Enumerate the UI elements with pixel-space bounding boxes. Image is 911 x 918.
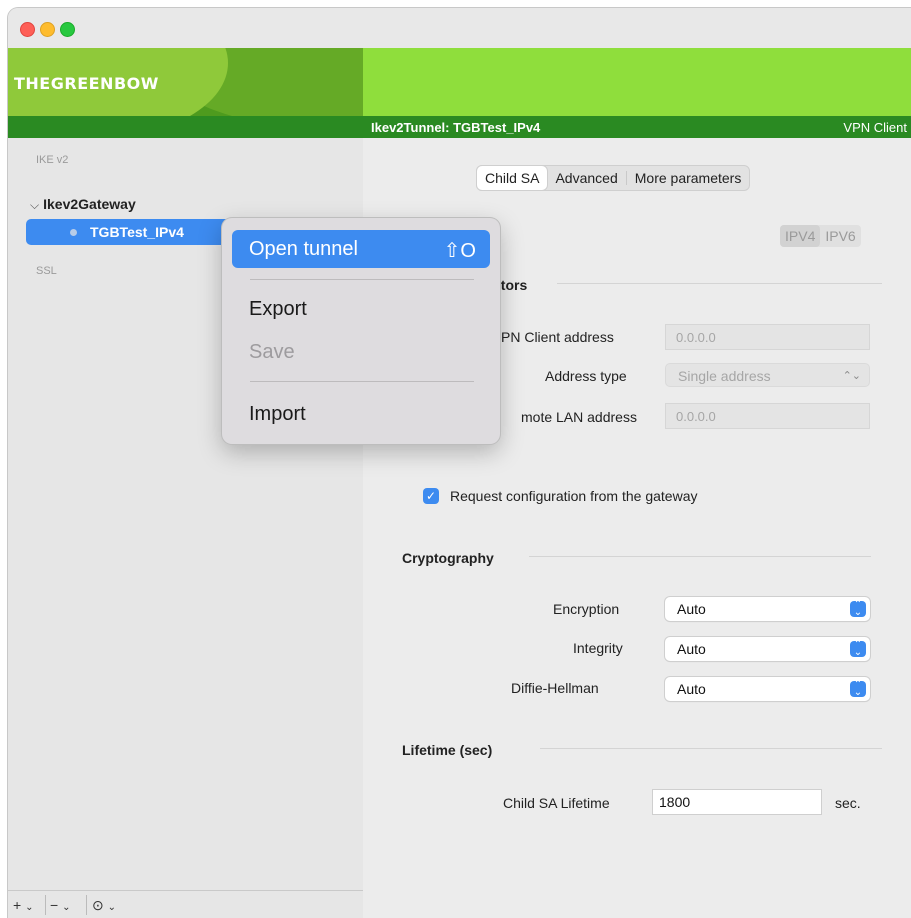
tunnel-title-bar: Ikev2Tunnel: TGBTest_IPv4 VPN Client	[363, 116, 911, 138]
add-button[interactable]: + ⌄	[13, 896, 33, 914]
header-banner	[363, 48, 911, 116]
plus-icon: +	[13, 897, 22, 913]
diffie-hellman-value: Auto	[677, 681, 706, 697]
diffie-hellman-label: Diffie-Hellman	[511, 680, 599, 696]
checkmark-icon: ✓	[425, 489, 437, 503]
brand-logo: THEGREENBOW	[14, 74, 159, 93]
tab-child-sa[interactable]: Child SA	[477, 166, 548, 190]
chevron-down-icon: ⌄	[25, 902, 34, 913]
menu-separator	[250, 279, 474, 280]
request-config-label: Request configuration from the gateway	[450, 488, 698, 504]
chevron-up-down-icon: ⌃⌄	[842, 370, 861, 382]
encryption-label: Encryption	[553, 601, 620, 617]
diffie-hellman-select[interactable]: Auto ⌃ ⌄	[665, 677, 870, 701]
chevron-down-icon: ⌄	[62, 902, 71, 913]
encryption-select[interactable]: Auto ⌃ ⌄	[665, 597, 870, 621]
export-menu-item[interactable]: Export	[249, 298, 307, 321]
lifetime-unit-label: sec.	[835, 795, 861, 811]
remote-lan-address-field[interactable]: 0.0.0.0	[665, 403, 870, 429]
menu-separator	[250, 381, 474, 382]
tab-more-parameters[interactable]: More parameters	[627, 166, 750, 190]
chevron-down-icon: ⌄	[107, 902, 117, 913]
zoom-window-button[interactable]	[60, 22, 75, 37]
sidebar-item-ikev2gateway[interactable]: ⌵ Ikev2Gateway	[30, 196, 136, 213]
integrity-label: Integrity	[573, 640, 623, 656]
cryptography-title: Cryptography	[402, 550, 494, 566]
section-divider	[557, 283, 882, 284]
tunnel-label: TGBTest_IPv4	[90, 224, 184, 240]
remove-button[interactable]: − ⌄	[50, 896, 70, 914]
sidebar-subbar	[8, 116, 363, 138]
address-type-select[interactable]: Single address ⌃⌄	[665, 363, 870, 387]
encryption-value: Auto	[677, 601, 706, 617]
section-ike-label: IKE v2	[36, 154, 69, 166]
section-divider	[540, 748, 882, 749]
open-tunnel-label: Open tunnel	[249, 238, 358, 260]
chevron-up-down-icon: ⌃⌄	[850, 640, 866, 658]
tunnel-title: Ikev2Tunnel: TGBTest_IPv4	[371, 120, 541, 135]
open-tunnel-menu-item[interactable]: Open tunnel ⇧O	[232, 230, 490, 268]
app-window: THEGREENBOW Ikev2Tunnel: TGBTest_IPv4 VP…	[8, 8, 911, 918]
tab-advanced[interactable]: Advanced	[547, 166, 625, 190]
section-ssl-label: SSL	[36, 265, 57, 277]
request-config-checkbox[interactable]: ✓	[423, 488, 439, 504]
tunnel-status-icon	[70, 229, 77, 236]
section-divider	[529, 556, 871, 557]
address-type-value: Single address	[678, 368, 771, 384]
close-window-button[interactable]	[20, 22, 35, 37]
ellipsis-circle-icon: ⊙	[92, 897, 104, 913]
lifetime-title: Lifetime (sec)	[402, 742, 493, 758]
save-menu-item: Save	[249, 341, 295, 363]
context-menu: Open tunnel ⇧O Export Save Import	[222, 218, 500, 444]
child-sa-lifetime-label: Child SA Lifetime	[503, 795, 610, 811]
chevron-up-down-icon: ⌃⌄	[850, 600, 866, 618]
chevron-down-icon[interactable]: ⌵	[30, 198, 39, 212]
import-menu-item[interactable]: Import	[249, 403, 306, 426]
minimize-window-button[interactable]	[40, 22, 55, 37]
ip-version-toggle: IPV4 IPV6	[780, 225, 861, 247]
title-bar	[8, 8, 911, 48]
integrity-select[interactable]: Auto ⌃ ⌄	[665, 637, 870, 661]
tab-bar: Child SA Advanced More parameters	[476, 165, 751, 191]
ipv6-option[interactable]: IPV6	[820, 225, 860, 247]
product-name: VPN Client	[843, 120, 907, 135]
remote-lan-address-label: mote LAN address	[521, 409, 637, 425]
chevron-up-down-icon: ⌃⌄	[850, 680, 866, 698]
open-tunnel-shortcut: ⇧O	[443, 240, 476, 262]
vpn-client-address-label: PN Client address	[501, 329, 614, 345]
gateway-label: Ikev2Gateway	[43, 196, 136, 212]
vpn-client-address-field[interactable]: 0.0.0.0	[665, 324, 870, 350]
integrity-value: Auto	[677, 641, 706, 657]
minus-icon: −	[50, 897, 59, 913]
more-options-button[interactable]: ⊙ ⌄	[92, 896, 116, 914]
address-type-label: Address type	[545, 368, 627, 384]
child-sa-lifetime-input[interactable]: 1800	[652, 789, 822, 815]
ipv4-option[interactable]: IPV4	[780, 225, 821, 247]
sidebar-toolbar: + ⌄ − ⌄ ⊙ ⌄	[8, 890, 363, 918]
